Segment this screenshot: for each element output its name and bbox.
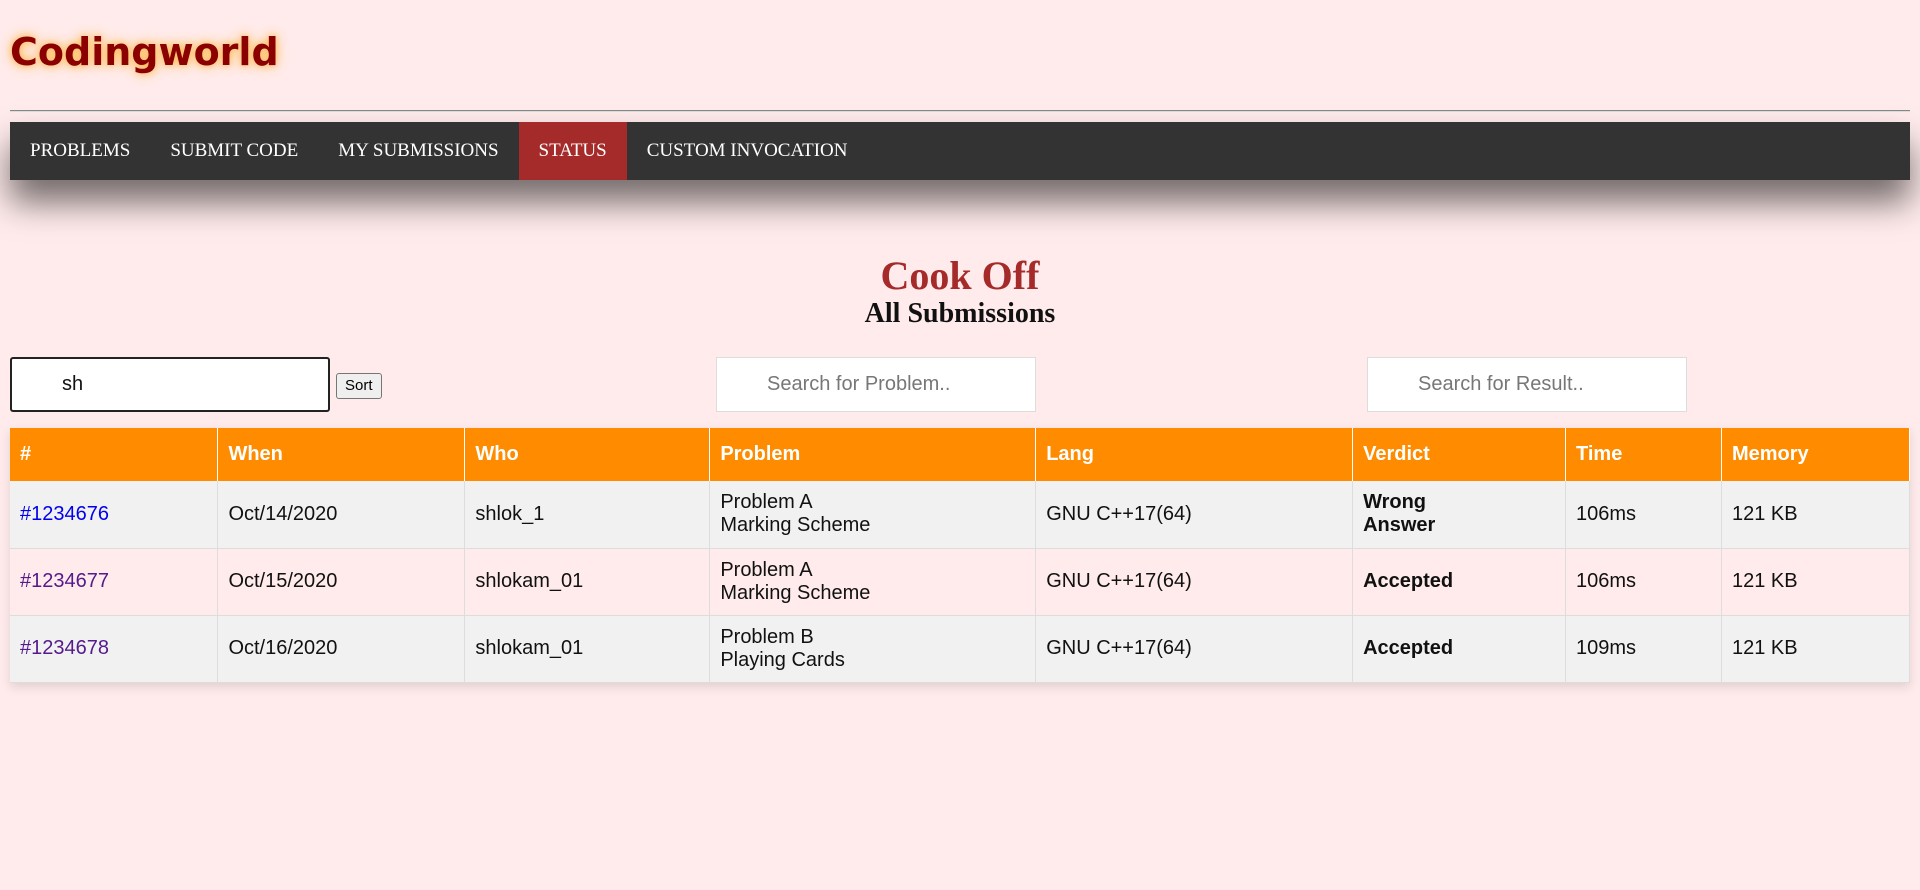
cell-verdict: Accepted: [1352, 615, 1567, 683]
cell-when: Oct/14/2020: [217, 481, 466, 549]
cell-who: shlokam_01: [464, 548, 711, 616]
verdict-text-line2: Answer: [1363, 514, 1436, 537]
main-navbar: PROBLEMS SUBMIT CODE MY SUBMISSIONS STAT…: [10, 122, 1910, 180]
cell-id: #1234676: [10, 481, 219, 549]
problem-name: Marking Scheme: [720, 514, 871, 537]
cell-memory: 121 KB: [1721, 615, 1911, 683]
cell-who: shlok_1: [464, 481, 711, 549]
cell-time: 106ms: [1565, 481, 1722, 549]
sort-button[interactable]: Sort: [336, 373, 382, 399]
submission-id-link[interactable]: #1234678: [20, 637, 109, 659]
problem-name: Playing Cards: [720, 648, 845, 671]
submission-id-link[interactable]: #1234676: [20, 503, 109, 525]
cell-memory: 121 KB: [1721, 548, 1911, 616]
verdict-text: Accepted: [1363, 637, 1454, 659]
cell-verdict: Accepted: [1352, 548, 1567, 616]
cell-time: 109ms: [1565, 615, 1722, 683]
verdict-text: Accepted: [1363, 570, 1454, 592]
page-subtitle: All Submissions: [864, 298, 1056, 329]
problem-code: Problem B: [720, 625, 814, 648]
problem-search-input[interactable]: [716, 357, 1036, 412]
submission-id-link[interactable]: #1234677: [20, 570, 109, 592]
who-search-input[interactable]: [10, 357, 330, 412]
site-logo: Codingworld: [10, 30, 279, 74]
cell-lang: GNU C++17(64): [1035, 481, 1354, 549]
column-header-time[interactable]: Time: [1565, 428, 1722, 481]
table-row: #1234677 Oct/15/2020 shlokam_01 Problem …: [10, 548, 1911, 616]
cell-when: Oct/16/2020: [217, 615, 466, 683]
problem-code: Problem A: [720, 491, 813, 514]
column-header-verdict[interactable]: Verdict: [1352, 428, 1567, 481]
cell-who: shlokam_01: [464, 615, 711, 683]
cell-id: #1234677: [10, 548, 219, 616]
nav-item-my-submissions[interactable]: MY SUBMISSIONS: [318, 122, 518, 180]
verdict-text: Wrong: [1363, 491, 1427, 514]
cell-problem: Problem A Marking Scheme: [709, 481, 1037, 549]
cell-lang: GNU C++17(64): [1035, 548, 1354, 616]
cell-id: #1234678: [10, 615, 219, 683]
table-row: #1234676 Oct/14/2020 shlok_1 Problem A M…: [10, 481, 1911, 549]
table-row: #1234678 Oct/16/2020 shlokam_01 Problem …: [10, 615, 1911, 683]
cell-memory: 121 KB: [1721, 481, 1911, 549]
column-header-who[interactable]: Who: [464, 428, 711, 481]
column-header-id[interactable]: #: [10, 428, 219, 481]
cell-when: Oct/15/2020: [217, 548, 466, 616]
problem-code: Problem A: [720, 558, 813, 581]
cell-problem: Problem A Marking Scheme: [709, 548, 1037, 616]
nav-item-custom-invocation[interactable]: CUSTOM INVOCATION: [627, 122, 868, 180]
cell-verdict: Wrong Answer: [1352, 481, 1567, 549]
cell-lang: GNU C++17(64): [1035, 615, 1354, 683]
cell-problem: Problem B Playing Cards: [709, 615, 1037, 683]
nav-item-submit-code[interactable]: SUBMIT CODE: [150, 122, 318, 180]
column-header-when[interactable]: When: [217, 428, 466, 481]
result-search-input[interactable]: [1367, 357, 1687, 412]
page-title: Cook Off: [880, 253, 1040, 298]
submissions-table: # When Who Problem Lang Verdict Time Mem…: [10, 428, 1911, 683]
header-divider: [10, 110, 1910, 112]
column-header-memory[interactable]: Memory: [1721, 428, 1911, 481]
column-header-problem[interactable]: Problem: [709, 428, 1037, 481]
problem-name: Marking Scheme: [720, 581, 871, 604]
nav-item-problems[interactable]: PROBLEMS: [10, 122, 150, 180]
table-header-row: # When Who Problem Lang Verdict Time Mem…: [10, 428, 1911, 481]
column-header-lang[interactable]: Lang: [1035, 428, 1354, 481]
nav-item-status[interactable]: STATUS: [518, 122, 627, 180]
cell-time: 106ms: [1565, 548, 1722, 616]
